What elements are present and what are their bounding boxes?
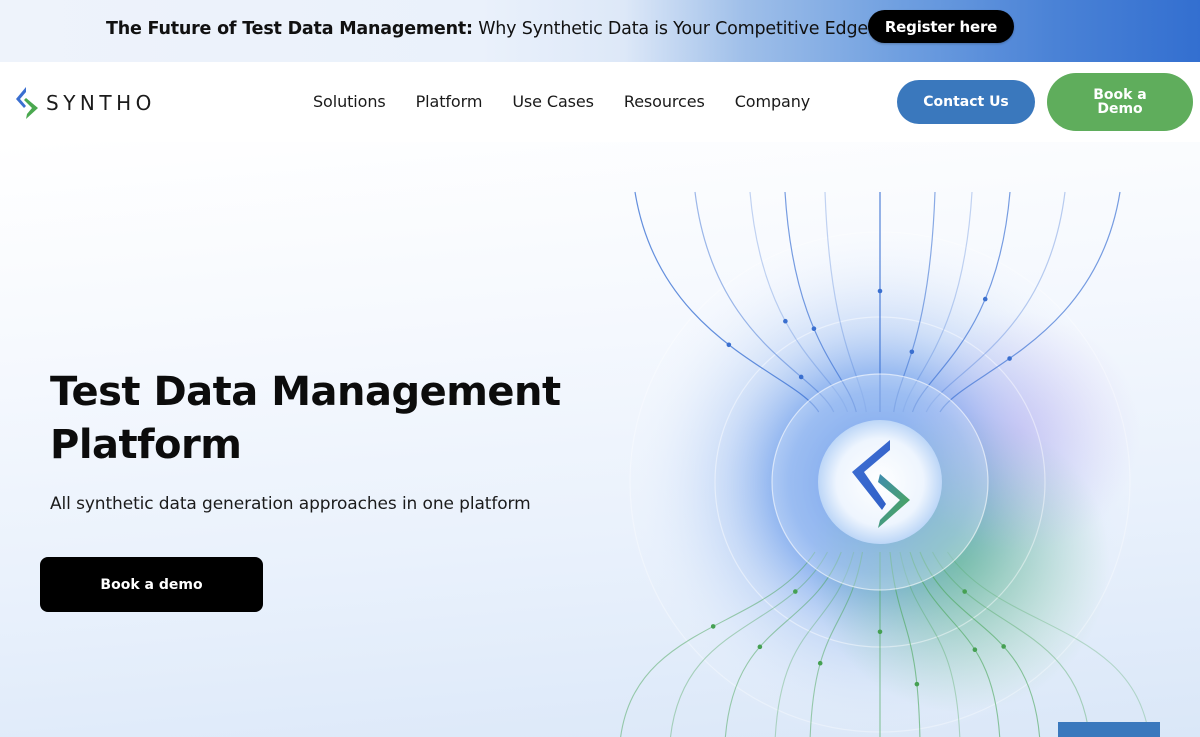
nav-solutions[interactable]: Solutions bbox=[313, 90, 386, 114]
ray-node bbox=[710, 624, 716, 629]
ray-node bbox=[757, 644, 763, 650]
nav-use-cases[interactable]: Use Cases bbox=[512, 90, 594, 114]
ray-node bbox=[726, 342, 732, 348]
site-header: SYNTHO Solutions Platform Use Cases Reso… bbox=[0, 62, 1200, 142]
ray-node bbox=[783, 318, 788, 324]
ray-node bbox=[793, 589, 798, 594]
logo[interactable]: SYNTHO bbox=[14, 86, 156, 120]
ray-node bbox=[1007, 356, 1012, 361]
ray-node bbox=[877, 629, 883, 635]
announcement-bold-text: The Future of Test Data Management: bbox=[106, 19, 473, 39]
hero-visual bbox=[560, 142, 1200, 737]
syntho-orb-icon bbox=[620, 191, 1150, 737]
nav-company[interactable]: Company bbox=[735, 90, 811, 114]
ray-node bbox=[962, 589, 967, 594]
floating-widget-button[interactable] bbox=[1058, 722, 1160, 737]
register-button[interactable]: Register here bbox=[868, 10, 1014, 43]
ray-node bbox=[1001, 644, 1006, 649]
hero-subtitle: All synthetic data generation approaches… bbox=[50, 494, 531, 514]
contact-us-button[interactable]: Contact Us bbox=[897, 80, 1035, 124]
syntho-chevrons-icon bbox=[16, 87, 38, 119]
hero-title: Test Data Management Platform bbox=[50, 369, 561, 468]
nav-resources[interactable]: Resources bbox=[624, 90, 705, 114]
ray-node bbox=[811, 326, 817, 332]
ray-node bbox=[982, 296, 988, 302]
nav-platform[interactable]: Platform bbox=[416, 90, 483, 114]
book-demo-hero-button[interactable]: Book a demo bbox=[40, 557, 263, 612]
hero-section: Test Data Management Platform All synthe… bbox=[0, 142, 1200, 737]
announcement-text: The Future of Test Data Management: Why … bbox=[106, 16, 868, 42]
ray-node bbox=[877, 288, 883, 294]
announcement-rest-text: Why Synthetic Data is Your Competitive E… bbox=[472, 19, 868, 39]
main-nav: Solutions Platform Use Cases Resources C… bbox=[313, 90, 840, 114]
ray-node bbox=[817, 660, 823, 666]
ray-node bbox=[909, 349, 915, 355]
logo-text: SYNTHO bbox=[46, 91, 156, 115]
ray-node bbox=[798, 374, 804, 380]
announcement-banner: The Future of Test Data Management: Why … bbox=[0, 0, 1200, 62]
ray-node bbox=[972, 647, 978, 652]
ray-node bbox=[914, 681, 920, 687]
book-demo-header-button[interactable]: Book a Demo bbox=[1047, 73, 1193, 131]
